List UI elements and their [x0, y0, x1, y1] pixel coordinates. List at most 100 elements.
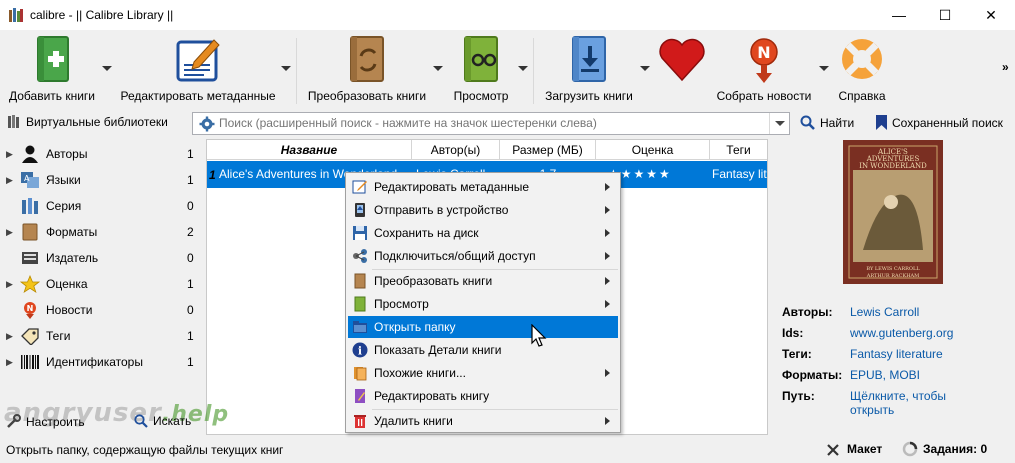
star-icon [20, 275, 40, 293]
column-header-authors[interactable]: Автор(ы) [412, 140, 500, 160]
tag-find-button[interactable]: Искать [134, 414, 191, 428]
tag-find-label: Искать [153, 414, 192, 428]
tag-browser-item-series[interactable]: Серия 0 [0, 193, 203, 219]
tag-label: Теги [46, 329, 71, 343]
configure-button[interactable]: Настроить [6, 414, 85, 429]
virtual-libraries-button[interactable]: Виртуальные библиотеки [8, 115, 168, 129]
ids-link[interactable]: www.gutenberg.org [850, 326, 953, 340]
formats-label: Форматы: [782, 368, 843, 382]
book-cover[interactable]: ALICE'S ADVENTURES IN WONDERLAND BY LEWIS … [843, 140, 943, 284]
column-header-title[interactable]: Название [207, 140, 412, 160]
edit-metadata-dropdown-arrow[interactable] [281, 66, 291, 71]
tag-label: Языки [46, 173, 81, 187]
menu-item-open-folder[interactable]: Открыть папку [348, 316, 618, 338]
lifebuoy-icon [842, 39, 882, 79]
authors-label: Авторы: [782, 305, 833, 319]
menu-item-view[interactable]: Просмотр [348, 293, 618, 315]
menu-item-edit-book[interactable]: Редактировать книгу [348, 385, 618, 407]
expand-arrow-icon[interactable]: ▶ [0, 279, 14, 290]
add-books-dropdown-arrow[interactable] [102, 66, 112, 71]
menu-item-connect-share[interactable]: Подключиться/общий доступ [348, 245, 618, 267]
close-button[interactable]: ✕ [968, 0, 1014, 30]
menu-item-show-book-details[interactable]: i Показать Детали книги [348, 339, 618, 361]
convert-books-button[interactable]: Преобразовать книги [305, 34, 429, 108]
expand-arrow-icon[interactable]: ▶ [0, 175, 14, 186]
similar-books-icon [354, 367, 367, 381]
fetch-news-dropdown-arrow[interactable] [819, 66, 829, 71]
menu-item-edit-metadata[interactable]: Редактировать метаданные [348, 176, 618, 198]
menu-item-convert-books[interactable]: Преобразовать книги [348, 270, 618, 292]
help-button[interactable]: Справка [834, 34, 890, 108]
search-box[interactable] [192, 112, 790, 135]
add-books-button[interactable]: Добавить книги [6, 34, 98, 108]
fetch-news-button[interactable]: N Собрать новости [714, 34, 814, 108]
menu-item-send-to-device[interactable]: Отправить в устройство [348, 199, 618, 221]
donate-button[interactable] [655, 34, 709, 108]
convert-books-dropdown-arrow[interactable] [433, 66, 443, 71]
tag-browser-item-formats[interactable]: ▶ Форматы 2 [0, 219, 203, 245]
menu-item-label: Просмотр [374, 297, 429, 311]
toolbar-overflow-button[interactable]: » [1002, 60, 1009, 74]
minimize-button[interactable]: — [876, 0, 922, 30]
add-books-label: Добавить книги [8, 89, 96, 103]
tag-count: 1 [187, 329, 194, 343]
formats-link[interactable]: EPUB, MOBI [850, 368, 920, 382]
tag-browser-item-languages[interactable]: ▶ A Языки 1 [0, 167, 203, 193]
gear-icon[interactable] [199, 116, 215, 132]
cover-illustrator-text: ARTHUR RACKHAM [866, 273, 920, 279]
toolbar-separator [533, 38, 534, 104]
download-book-icon [572, 36, 606, 82]
find-button[interactable]: Найти [800, 115, 854, 130]
view-button[interactable]: Просмотр [448, 34, 514, 108]
search-input[interactable] [219, 116, 759, 130]
tag-browser-item-publisher[interactable]: Издатель 0 [0, 245, 203, 271]
edit-metadata-button[interactable]: Редактировать метаданные [120, 34, 276, 108]
menu-item-label: Подключиться/общий доступ [374, 249, 536, 263]
tag-browser-item-news[interactable]: N Новости 0 [0, 297, 203, 323]
tag-count: 1 [187, 277, 194, 291]
tag-browser-item-rating[interactable]: ▶ Оценка 1 [0, 271, 203, 297]
expand-arrow-icon[interactable]: ▶ [0, 227, 14, 238]
menu-item-label: Открыть папку [374, 320, 456, 334]
svg-text:A: A [24, 174, 30, 183]
saved-search-label: Сохраненный поиск [892, 115, 1003, 130]
jobs-button[interactable]: Задания: 0 [902, 441, 987, 457]
menu-item-remove-books[interactable]: Удалить книги [348, 410, 618, 432]
authors-link[interactable]: Lewis Carroll [850, 305, 919, 319]
fetch-news-label: Собрать новости [716, 89, 812, 103]
tag-browser-item-identifiers[interactable]: ▶ Идентификаторы 1 [0, 349, 203, 375]
cover-author-text: BY LEWIS CARROLL [866, 266, 920, 272]
jobs-label: Задания: 0 [923, 442, 988, 456]
tag-label: Идентификаторы [46, 355, 143, 369]
folder-icon [353, 321, 367, 333]
expand-arrow-icon[interactable]: ▶ [0, 357, 14, 368]
tag-browser-item-tags[interactable]: ▶ Теги 1 [0, 323, 203, 349]
menu-item-label: Отправить в устройство [374, 203, 509, 217]
maximize-button[interactable]: ☐ [922, 0, 968, 30]
window-title: calibre - || Calibre Library || [30, 8, 174, 22]
search-history-dropdown[interactable] [769, 113, 789, 134]
menu-item-similar-books[interactable]: Похожие книги... [348, 362, 618, 384]
path-link[interactable]: Щёлкните, чтобы открыть [850, 389, 946, 417]
trash-icon [354, 415, 366, 428]
download-books-button[interactable]: Загрузить книги [542, 34, 636, 108]
column-header-tags[interactable]: Теги [710, 140, 767, 160]
send-to-device-icon [355, 203, 365, 217]
layout-button[interactable]: Макет [826, 441, 882, 457]
tags-link[interactable]: Fantasy literature [850, 347, 943, 361]
column-header-rating[interactable]: Оценка [596, 140, 710, 160]
view-dropdown-arrow[interactable] [518, 66, 528, 71]
connect-share-icon [353, 249, 367, 263]
maximize-icon: ☐ [938, 6, 952, 23]
saved-search-button[interactable]: Сохраненный поиск [876, 115, 1003, 130]
convert-books-label: Преобразовать книги [307, 89, 427, 103]
column-header-size[interactable]: Размер (МБ) [500, 140, 596, 160]
mouse-cursor-icon [531, 324, 547, 347]
ids-label: Ids: [782, 326, 804, 340]
save-icon [353, 226, 367, 240]
expand-arrow-icon[interactable]: ▶ [0, 331, 14, 342]
tag-browser-item-authors[interactable]: ▶ Авторы 1 [0, 141, 203, 167]
download-books-dropdown-arrow[interactable] [640, 66, 650, 71]
expand-arrow-icon[interactable]: ▶ [0, 149, 14, 160]
menu-item-save-to-disk[interactable]: Сохранить на диск [348, 222, 618, 244]
